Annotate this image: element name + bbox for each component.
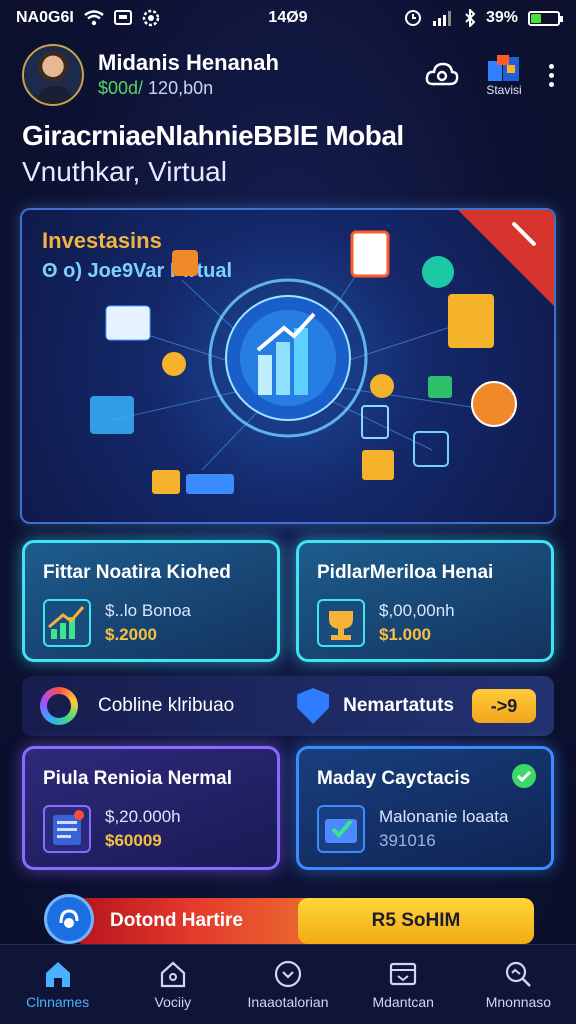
- nav-label: Mdantcan: [372, 993, 434, 1010]
- search-icon: [506, 961, 532, 987]
- nav-label: Vociiy: [154, 993, 192, 1010]
- user-balance: $00d/ 120,b0n: [98, 78, 214, 98]
- promo-go-button[interactable]: ->9: [472, 689, 536, 723]
- promo-bar[interactable]: Cobline klribuao Nemartatuts ->9: [22, 676, 554, 736]
- card-2[interactable]: PidlarMeriloa Henai $,00,00nh $1.000: [296, 540, 554, 662]
- store-label: Stavisi: [486, 83, 522, 97]
- support-icon[interactable]: [44, 894, 94, 944]
- card-4[interactable]: Maday Cayctacis Malonanie loaata 391016: [296, 746, 554, 870]
- card-line-2: $1.000: [379, 625, 431, 644]
- page-title: GiracrniaeNlahnieBBlE Mobal: [22, 120, 404, 151]
- card-line-2: 391016: [379, 831, 436, 850]
- card-line-1: $,00,00nh: [379, 601, 455, 620]
- hero-banner[interactable]: Investasins ʘ o) Joe9Var Pirtual: [20, 208, 556, 524]
- nav-item-explore[interactable]: Inaaotalorian: [230, 945, 345, 1024]
- carrier-label: NA0G6I: [16, 9, 74, 26]
- search-circle-icon: [274, 960, 302, 987]
- nav-label: Clnnames: [26, 993, 90, 1010]
- more-menu-icon[interactable]: [549, 63, 554, 87]
- bluetooth-icon: [465, 9, 476, 27]
- growth-chart-icon: [43, 599, 91, 647]
- nav-item-activity[interactable]: Vociiy: [115, 945, 230, 1024]
- folder-check-icon: [317, 805, 365, 853]
- check-icon: [512, 764, 536, 788]
- card-title: Fittar Noatira Kiohed: [43, 562, 231, 583]
- battery-icon: [528, 10, 563, 26]
- document-icon: [43, 805, 91, 853]
- signal-icon: [432, 11, 451, 26]
- action-bar: Dotond Hartire R5 SoHIM: [44, 894, 534, 946]
- nav-item-search[interactable]: Mnonnaso: [461, 945, 576, 1024]
- card-line-1: $,20.000h: [105, 807, 181, 826]
- cloud-gear-icon[interactable]: [425, 60, 459, 90]
- secondary-action-button[interactable]: R5 SoHIM: [298, 898, 534, 944]
- card-line-1: $..lo Bonoa: [105, 601, 192, 620]
- nav-item-home[interactable]: Clnnames: [0, 945, 115, 1024]
- clock: 14Ø9: [268, 9, 308, 26]
- inbox-icon: [390, 962, 417, 985]
- promo-right-label: Nemartatuts: [343, 695, 454, 716]
- nav-item-inbox[interactable]: Mdantcan: [346, 945, 461, 1024]
- promo-left-label: Cobline klribuao: [98, 695, 235, 716]
- page-subtitle: Vnuthkar, Virtual: [22, 156, 227, 187]
- house-outline-icon: [160, 961, 185, 987]
- avatar[interactable]: [22, 44, 84, 106]
- shield-icon: [297, 688, 330, 724]
- color-ring-icon: [40, 687, 78, 725]
- store-icon: [488, 55, 519, 81]
- card-line-2: $60009: [105, 831, 162, 850]
- hero-illustration: [90, 230, 517, 494]
- status-bar: NA0G6I 14Ø9 39%: [0, 0, 576, 36]
- alarm-icon: [404, 10, 421, 26]
- nav-label: Inaaotalorian: [247, 993, 329, 1010]
- bottom-nav: Clnnames Vociiy Inaaotalorian Mdantcan M…: [0, 944, 576, 1024]
- card-line-2: $.2000: [105, 625, 157, 644]
- card-3[interactable]: Piula Renioia Nermal $,20.000h $60009: [22, 746, 280, 870]
- settings-icon: [142, 9, 160, 27]
- card-1[interactable]: Fittar Noatira Kiohed $..lo Bonoa $.2000: [22, 540, 280, 662]
- nav-label: Mnonnaso: [485, 993, 552, 1010]
- message-icon: [113, 10, 132, 25]
- card-line-1: Malonanie loaata: [379, 807, 509, 826]
- profile-header: Midanis Henanah $00d/ 120,b0n Stavisi: [22, 42, 554, 108]
- trophy-icon: [317, 599, 365, 647]
- wifi-icon: [84, 10, 104, 26]
- card-title: Maday Cayctacis: [317, 768, 471, 789]
- home-icon: [45, 961, 70, 987]
- store-button[interactable]: Stavisi: [485, 53, 523, 97]
- user-info: Midanis Henanah $00d/ 120,b0n: [98, 50, 279, 100]
- card-title: PidlarMeriloa Henai: [317, 562, 494, 583]
- primary-action-button[interactable]: Dotond Hartire: [74, 898, 314, 944]
- user-name: Midanis Henanah: [98, 50, 279, 75]
- card-title: Piula Renioia Nermal: [43, 768, 233, 789]
- battery-percent: 39%: [485, 9, 518, 26]
